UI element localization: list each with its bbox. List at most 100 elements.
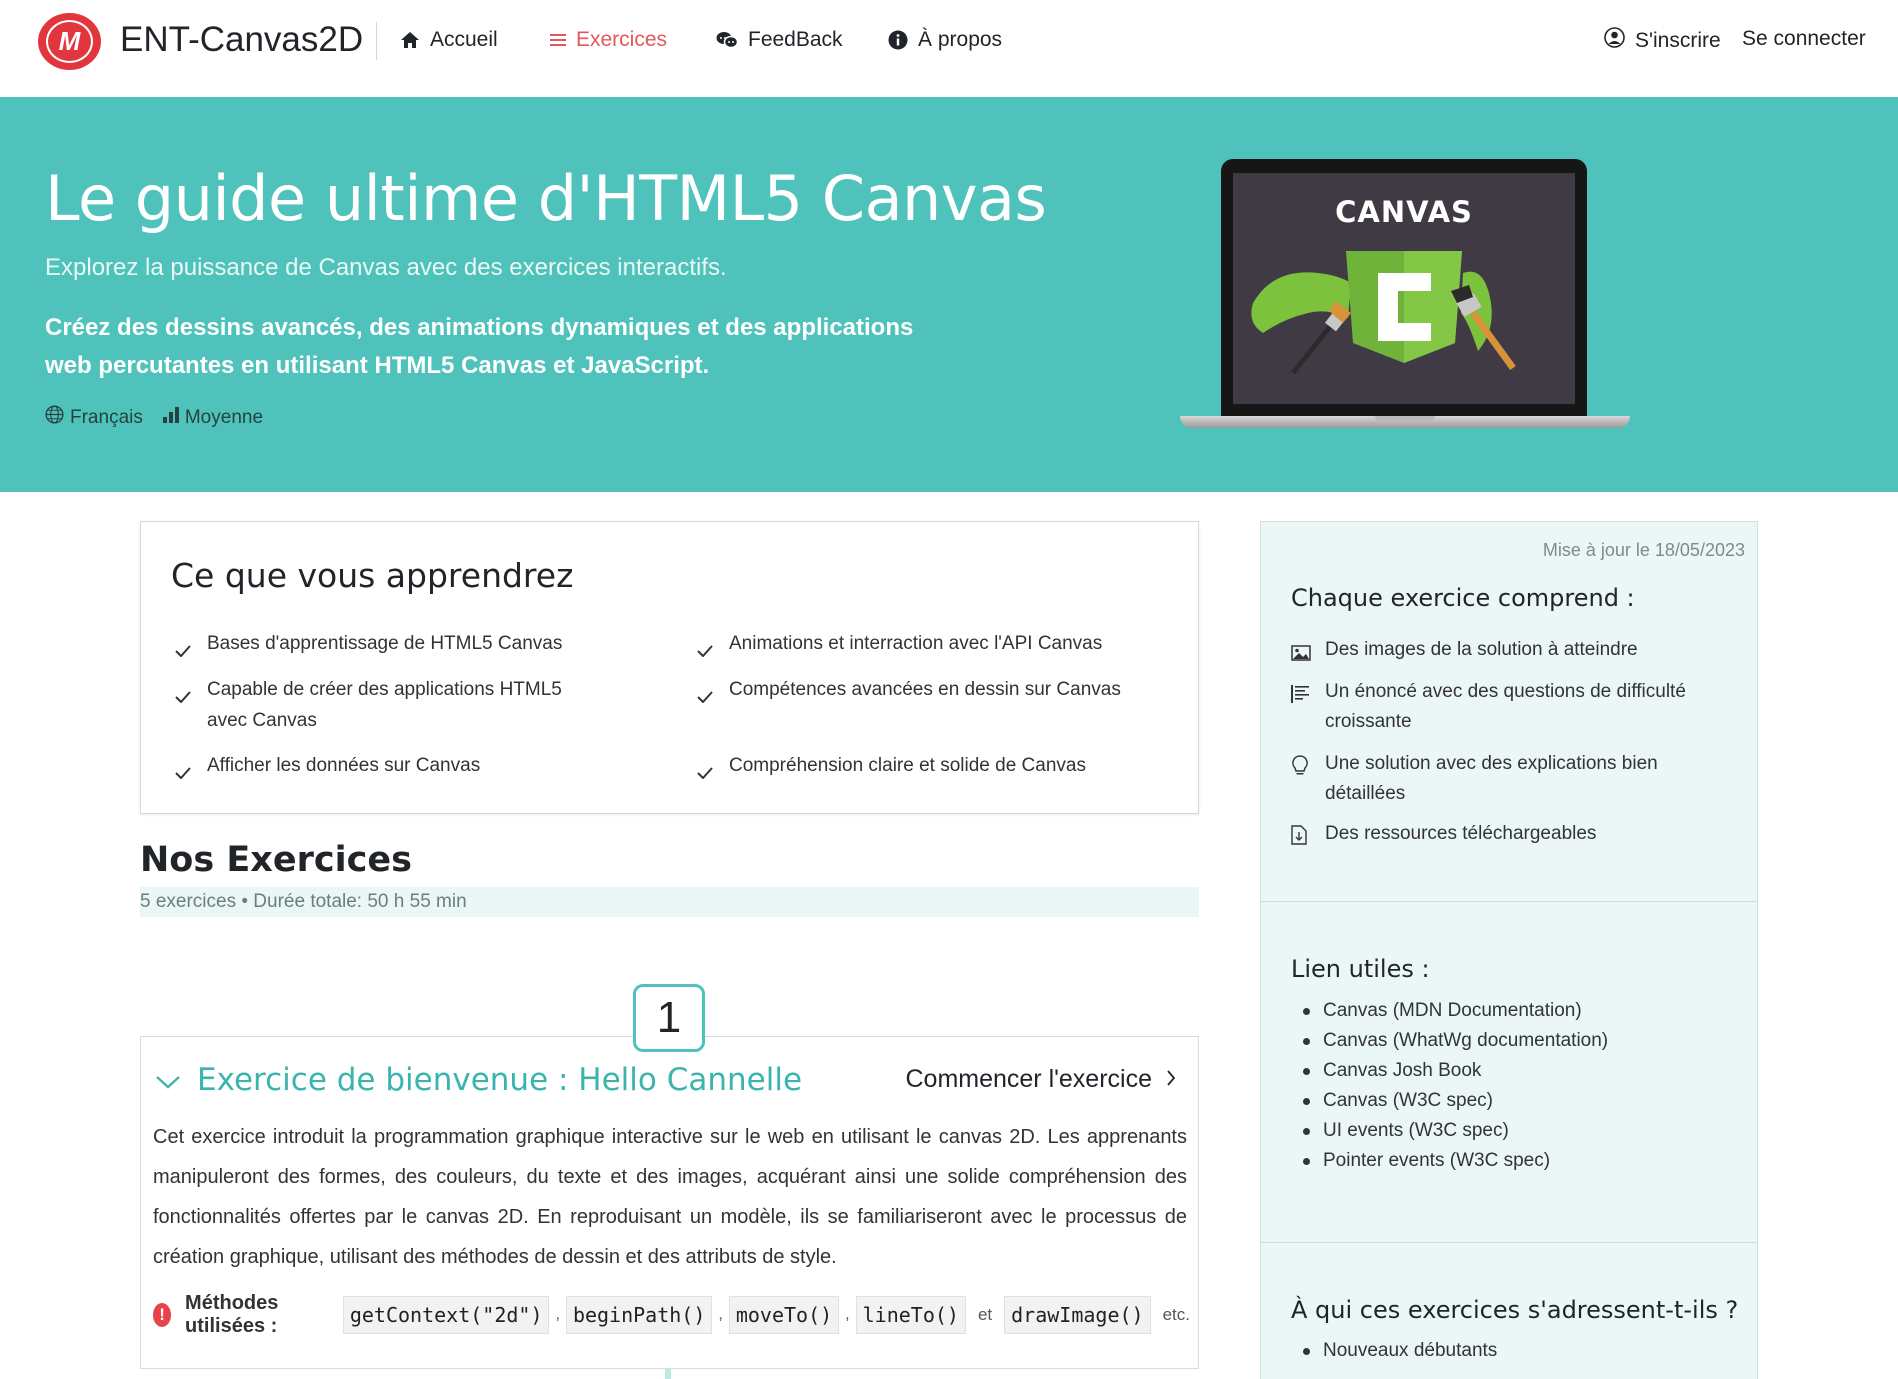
exercise-number-badge: 1 [633, 984, 705, 1052]
home-icon [400, 31, 420, 49]
includes-item: Un énoncé avec des questions de difficul… [1291, 677, 1731, 737]
nav-item-feedback[interactable]: FeedBack [716, 28, 843, 52]
info-icon [888, 30, 908, 50]
nav-item-label: Accueil [430, 28, 498, 51]
register-link[interactable]: S'inscrire [1604, 27, 1721, 54]
method-code: moveTo() [728, 1296, 840, 1334]
list-item: Pointer events (W3C spec) [1302, 1146, 1608, 1176]
includes-text: Des images de la solution à atteindre [1325, 639, 1638, 660]
useful-link[interactable]: Canvas Josh Book [1323, 1060, 1481, 1081]
hero-subtitle: Explorez la puissance de Canvas avec des… [45, 254, 727, 281]
start-exercise-button[interactable]: Commencer l'exercice [905, 1065, 1176, 1094]
logo-letter: M [46, 20, 93, 63]
audience-title: À qui ces exercices s'adressent-t-ils ? [1291, 1296, 1739, 1324]
exercise-title: Exercice de bienvenue : Hello Cannelle [197, 1062, 803, 1098]
bar-chart-icon [162, 406, 179, 429]
methods-label: Méthodes utilisées : [185, 1292, 279, 1337]
level-info: Moyenne [162, 406, 264, 429]
and-word: et [977, 1305, 993, 1324]
etc-word: etc. [1162, 1305, 1190, 1324]
laptop-notch [1375, 416, 1435, 421]
check-icon [175, 750, 207, 789]
nav-item-label: Exercices [576, 28, 668, 51]
learn-item-text: Compréhension claire et solide de Canvas [729, 755, 1086, 776]
hero-meta: Français Moyenne [45, 405, 275, 430]
hero-title: Le guide ultime d'HTML5 Canvas [45, 162, 1047, 235]
learn-item: Bases d'apprentissage de HTML5 Canvas [175, 628, 605, 667]
nav-item-accueil[interactable]: Accueil [400, 28, 498, 52]
language-label: Français [70, 406, 143, 428]
list-item: UI events (W3C spec) [1302, 1116, 1608, 1146]
list-item: Nouveaux débutants [1302, 1336, 1497, 1366]
check-icon [697, 750, 729, 789]
last-updated: Mise à jour le 18/05/2023 [1542, 540, 1745, 560]
hero-banner: Le guide ultime d'HTML5 Canvas Explorez … [0, 97, 1898, 492]
login-link[interactable]: Se connecter [1742, 27, 1866, 51]
check-icon [175, 674, 207, 736]
level-label: Moyenne [184, 406, 264, 428]
sidebar-divider [1261, 1242, 1757, 1243]
learn-item: Compréhension claire et solide de Canvas [697, 750, 1177, 789]
login-label: Se connecter [1742, 27, 1866, 50]
includes-text: Un énoncé avec des questions de difficul… [1325, 681, 1686, 732]
useful-link[interactable]: UI events (W3C spec) [1323, 1120, 1509, 1141]
brand-name[interactable]: ENT-Canvas2D [120, 20, 363, 60]
nav-item-label: FeedBack [748, 28, 843, 51]
includes-text: Une solution avec des explications bien … [1325, 753, 1658, 804]
includes-item: Des images de la solution à atteindre [1291, 635, 1731, 671]
includes-text: Des ressources téléchargeables [1325, 823, 1597, 844]
links-title: Lien utiles : [1291, 955, 1430, 983]
image-icon [1291, 635, 1325, 671]
useful-link[interactable]: Pointer events (W3C spec) [1323, 1150, 1550, 1171]
hero-lead: Créez des dessins avancés, des animation… [45, 314, 914, 379]
chat-icon [716, 31, 738, 49]
navbar: M ENT-Canvas2D Accueil Exercices FeedBac… [0, 0, 1898, 97]
method-code: lineTo() [855, 1296, 966, 1334]
globe-icon [45, 405, 64, 430]
nav-item-label: À propos [918, 28, 1003, 51]
useful-link[interactable]: Canvas (WhatWg documentation) [1323, 1030, 1608, 1051]
learn-item-text: Animations et interraction avec l'API Ca… [729, 633, 1103, 654]
list-item: Canvas (WhatWg documentation) [1302, 1026, 1608, 1056]
learn-item: Compétences avancées en dessin sur Canva… [697, 674, 1177, 713]
audience-list: Nouveaux débutants [1302, 1336, 1497, 1366]
includes-item: Une solution avec des explications bien … [1291, 749, 1731, 809]
download-file-icon [1291, 819, 1325, 855]
check-icon [697, 628, 729, 667]
list-item: Canvas (W3C spec) [1302, 1086, 1608, 1116]
exercises-heading: Nos Exercices [140, 840, 412, 880]
learn-item-text: Compétences avancées en dessin sur Canva… [729, 679, 1121, 700]
exercise-methods: ! Méthodes utilisées : getContext("2d"),… [153, 1292, 1198, 1338]
list-item: Canvas Josh Book [1302, 1056, 1608, 1086]
exercise-card: Exercice de bienvenue : Hello Cannelle C… [140, 1036, 1199, 1369]
exclamation-icon: ! [153, 1303, 172, 1327]
nav-item-exercices[interactable]: Exercices [550, 28, 667, 52]
exercise-toggle[interactable]: Exercice de bienvenue : Hello Cannelle [155, 1062, 802, 1098]
exercises-summary: 5 exercices • Durée totale: 50 h 55 min [140, 887, 1199, 917]
useful-link[interactable]: Canvas (W3C spec) [1323, 1090, 1493, 1111]
learn-item: Capable de créer des applications HTML5 … [175, 674, 585, 736]
list-icon [550, 33, 566, 47]
learn-item-text: Afficher les données sur Canvas [207, 755, 481, 776]
text-align-icon [1291, 677, 1325, 737]
learn-item: Animations et interraction avec l'API Ca… [697, 628, 1177, 667]
learn-item: Afficher les données sur Canvas [175, 750, 605, 789]
learn-title: Ce que vous apprendrez [171, 556, 574, 595]
nav-separator [376, 22, 377, 60]
course-sidebar: Mise à jour le 18/05/2023 Chaque exercic… [1260, 521, 1758, 1379]
site-logo[interactable]: M [38, 13, 101, 70]
includes-title: Chaque exercice comprend : [1291, 584, 1635, 612]
chevron-down-icon [155, 1062, 181, 1098]
method-code: drawImage() [1004, 1296, 1151, 1334]
check-icon [697, 674, 729, 713]
method-code: beginPath() [565, 1296, 713, 1334]
laptop-screen: CANVAS [1233, 173, 1575, 404]
lightbulb-icon [1291, 749, 1325, 809]
start-exercise-label: Commencer l'exercice [905, 1065, 1152, 1093]
register-label: S'inscrire [1635, 28, 1721, 52]
list-item: Canvas (MDN Documentation) [1302, 996, 1608, 1026]
timeline-connector [665, 1369, 671, 1379]
useful-link[interactable]: Canvas (MDN Documentation) [1323, 1000, 1582, 1021]
canvas-logo-icon [1251, 251, 1516, 375]
nav-item-a-propos[interactable]: À propos [888, 28, 1002, 52]
